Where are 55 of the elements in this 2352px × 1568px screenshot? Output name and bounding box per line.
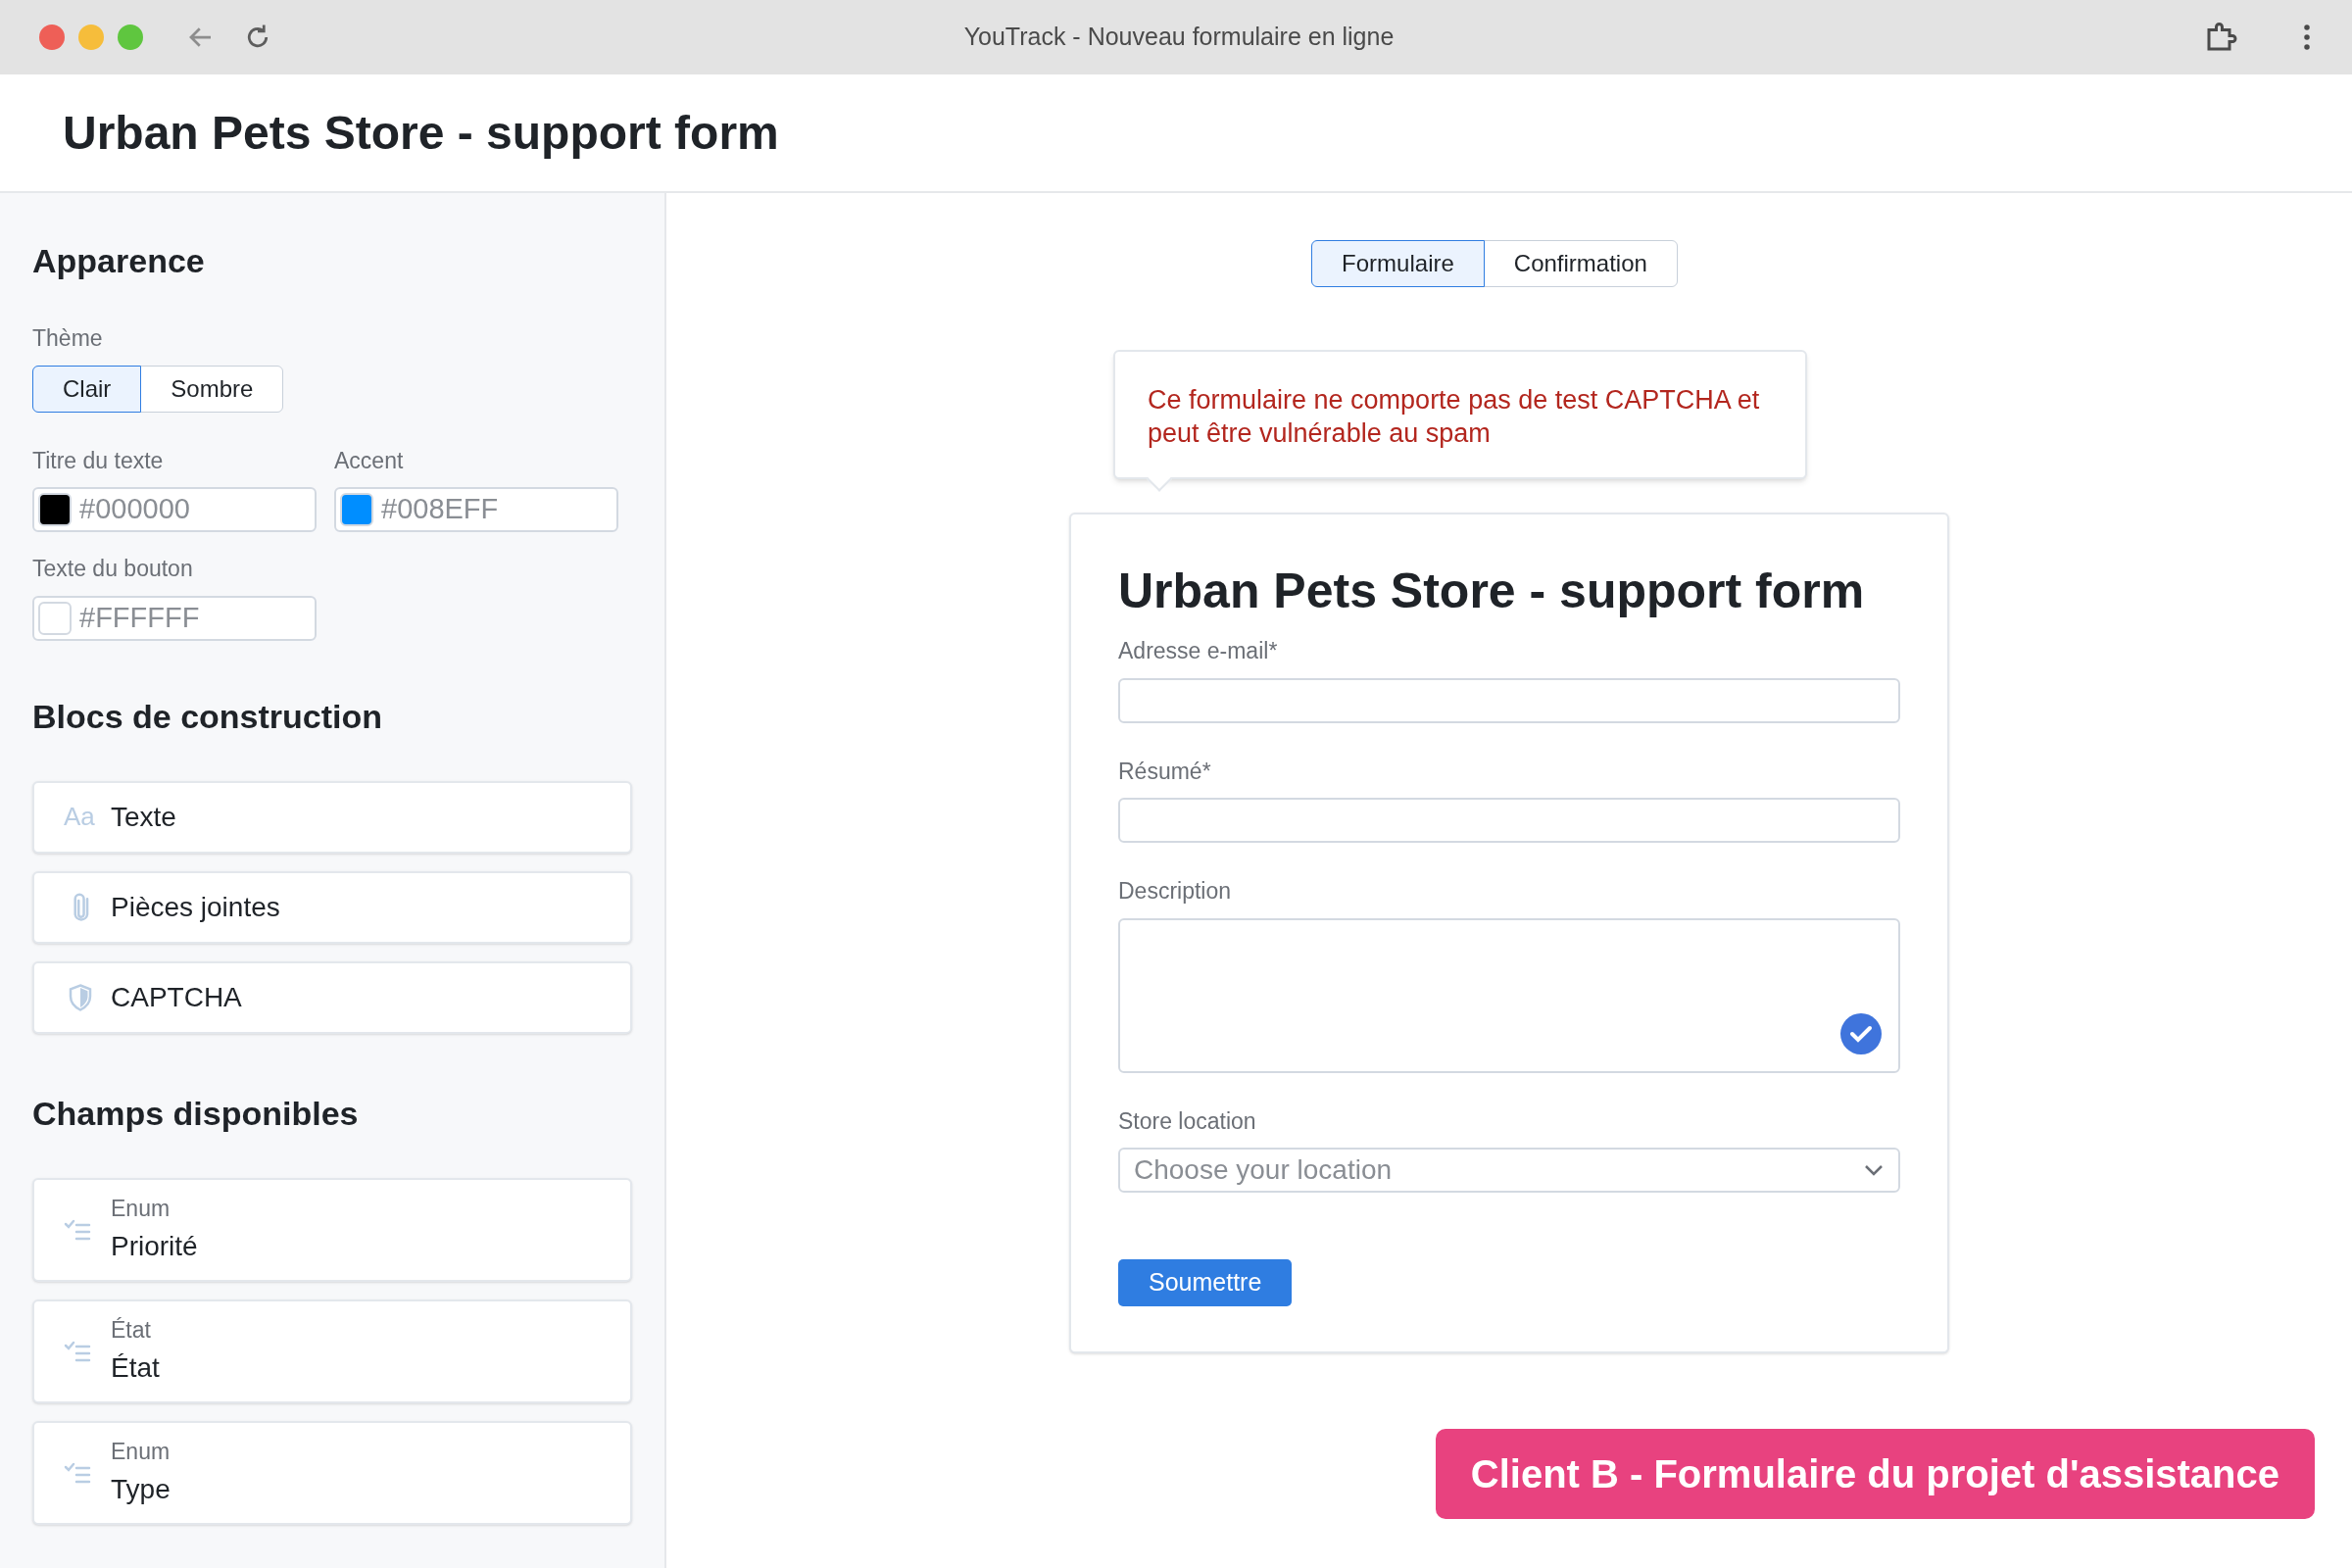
block-label: Texte [111,800,176,834]
text-input[interactable] [1118,677,1900,723]
form-title: Urban Pets Store - support form [1118,563,1866,620]
checklist-icon [64,1460,93,1485]
text-format-icon: Aa [64,798,97,836]
tab[interactable]: Confirmation [1483,240,1678,287]
color-swatch [38,601,72,635]
field-type: Enum [111,1438,171,1467]
field-name: Type [111,1472,171,1506]
block-label: CAPTCHA [111,980,242,1014]
minimize-window-button[interactable] [78,24,104,50]
field-label: Titre du texte [32,446,165,475]
close-window-button[interactable] [39,24,65,50]
window-title: YouTrack - Nouveau formulaire en ligne [962,22,1396,53]
page-title: Urban Pets Store - support form [63,105,779,161]
tab[interactable]: Sombre [140,365,284,413]
field-label: Description [1118,877,1233,906]
color-swatch [340,493,373,526]
text-input[interactable] [1118,798,1900,843]
field-name: État [111,1350,160,1385]
tab[interactable]: Formulaire [1311,240,1485,287]
chevron-down-icon [1863,1163,1885,1177]
text-area[interactable] [1118,917,1900,1073]
building-block-card[interactable]: Pièces jointes [32,870,632,944]
section-heading: Champs disponibles [32,1093,360,1134]
field-label: Thème [32,324,104,353]
field-type: Enum [111,1195,172,1224]
field-label: Texte du bouton [32,555,194,583]
color-value: #FFFFFF [79,600,200,635]
caption-banner: Client B - Formulaire du projet d'assistance [1435,1429,2315,1519]
warning-message: Ce formulaire ne comporte pas de test CAPTCHA et peut être vulnérable au spam [1148,384,1761,450]
checklist-icon [64,1339,93,1363]
field-type: État [111,1316,152,1346]
color-swatch [38,493,72,526]
field-name: Priorité [111,1229,198,1263]
field-card[interactable]: Enum Type [32,1420,632,1525]
color-value: #000000 [79,492,190,527]
building-block-card[interactable]: CAPTCHA [32,960,632,1034]
field-label: Store location [1118,1106,1257,1136]
submit-button[interactable]: Soumettre [1118,1259,1293,1306]
block-label: Pièces jointes [111,890,280,924]
field-card[interactable]: Enum Priorité [32,1177,632,1282]
tab[interactable]: Clair [32,365,142,413]
checklist-icon [64,1217,93,1242]
field-label: Adresse e-mail* [1118,637,1279,665]
building-block-card[interactable]: Aa Texte [32,780,632,854]
field-label: Résumé* [1118,757,1212,786]
field-label: Accent [334,446,405,475]
color-value: #008EFF [381,492,499,527]
field-card[interactable]: État État [32,1298,632,1403]
section-heading: Apparence [32,241,206,281]
more-options-icon[interactable] [2301,23,2313,52]
check-circle-icon [1839,1011,1883,1055]
section-heading: Blocs de construction [32,696,384,737]
zoom-window-button[interactable] [118,24,143,50]
